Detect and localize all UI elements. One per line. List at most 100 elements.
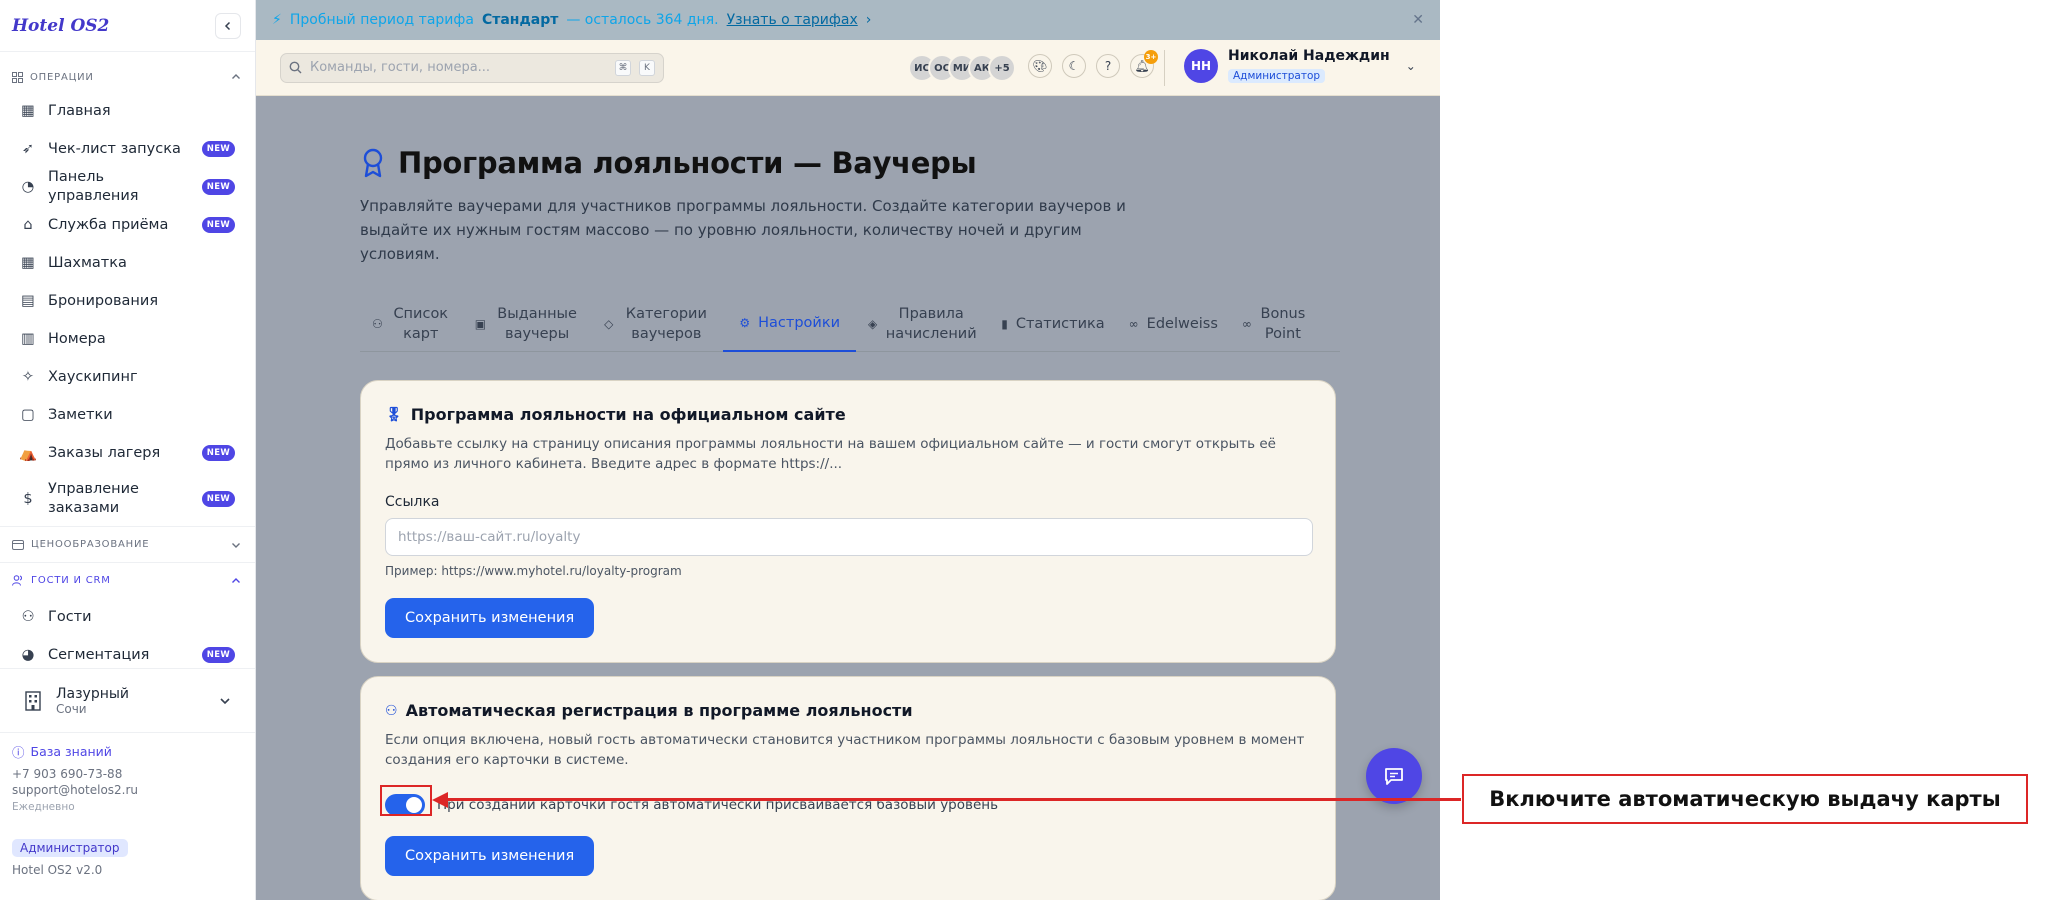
palette-icon[interactable]: 🎨︎ [1028,54,1052,78]
save-site-link-button[interactable]: Сохранить изменения [385,598,595,638]
hotel-switcher[interactable]: Лазурный Сочи [0,668,255,733]
card-title: 🎖︎ Программа лояльности на официальном са… [385,405,1311,424]
divider [1164,50,1165,86]
loyalty-link-input[interactable]: https://ваш-сайт.ru/loyalty [385,518,1313,556]
tab-settings[interactable]: ⚙ Настройки [723,296,856,352]
knowledge-base-link[interactable]: ⓘ База знаний [12,742,248,761]
tent-icon: ⛺ [18,445,38,462]
tab-label: Выданные ваучеры [497,306,577,342]
users-icon: ⚇ [21,609,35,625]
tab-label: Статистика [1015,316,1105,332]
collapse-sidebar-button[interactable] [215,12,241,39]
sidebar-item-label: Служба приёма [48,216,169,233]
hotel-name: Лазурный [56,685,130,702]
tag-icon: ◇ [604,317,614,331]
rocket-icon: ➶ [21,141,35,157]
sidebar-item-rooms[interactable]: ▥ Номера [0,320,255,358]
new-badge: NEW [201,217,235,233]
screen: Hotel OS2 ОПЕРАЦИИ ▦ Главная ➶ Чек-лист за… [0,0,2052,900]
sidebar-item-label: Хаускипинг [48,368,138,385]
nav-list: ▦ Главная ➶ Чек-лист запуска NEW ◔ Панель уп… [0,92,255,526]
tariffs-link[interactable]: Узнать о тарифах [727,12,858,28]
chevron-up-icon [232,577,240,583]
chat-button[interactable] [1366,748,1422,804]
app-version: Hotel OS2 v2.0 [12,863,103,877]
search-placeholder: Команды, гости, номера... [310,60,491,75]
tab-accrual-rules[interactable]: ◈ Правила начислений [856,296,989,352]
section-operations[interactable]: ОПЕРАЦИИ [0,62,255,92]
dollar-doc-icon: $ [23,491,33,507]
online-users[interactable]: ИС ОС МИ АК +5 [908,54,1016,82]
app-logo[interactable]: Hotel OS2 [12,16,109,36]
tab-bar: ⚇ Список карт ▣ Выданные ваучеры ◇ Категори… [360,296,1340,352]
tab-cards-list[interactable]: ⚇ Список карт [360,296,463,352]
card-title-text: Программа лояльности на официальном сайт… [410,405,846,424]
sidebar-item-label: Панель управления [48,169,139,204]
section-label: ГОСТИ И CRM [31,575,111,586]
chevron-down-icon: ⌄ [1405,58,1416,73]
card-description: Если опция включена, новый гость автомат… [385,732,1305,768]
sidebar-item-label: Гости [48,608,92,625]
section-pricing[interactable]: ЦЕНООБРАЗОВАНИЕ [0,526,255,562]
sidebar-item-chessboard[interactable]: ▦ Шахматка [0,244,255,282]
main-area: ⚡ Пробный период тарифа Стандарт — остал… [256,0,1440,900]
sidebar-item-guests[interactable]: ⚇ Гости [0,598,255,636]
users-icon: ⚇ [372,317,383,331]
sidebar: Hotel OS2 ОПЕРАЦИИ ▦ Главная ➶ Чек-лист за… [0,0,256,900]
close-banner-icon[interactable]: ✕ [1412,12,1424,28]
sidebar-item-label: Заказы лагеря [48,444,161,461]
sidebar-item-housekeeping[interactable]: ✧ Хаускипинг [0,358,255,396]
chat-icon [1385,768,1403,785]
highlight-box [380,785,432,816]
help-circle-icon: ⓘ [12,745,25,760]
page-header: Программа лояльности — Ваучеры [360,146,1340,180]
tab-edelweiss[interactable]: ∞ Edelweiss [1117,296,1230,352]
sidebar-header: Hotel OS2 [0,0,255,52]
card-official-site: 🎖︎ Программа лояльности на официальном са… [360,380,1336,663]
sidebar-item-bookings[interactable]: ▤ Бронирования [0,282,255,320]
annotation-callout: Включите автоматическую выдачу карты [1462,774,2028,824]
sidebar-item-label: Управление заказами [48,481,139,516]
sidebar-item-order-management[interactable]: $ Управление заказами NEW [0,472,255,526]
tab-bonus-point[interactable]: ∞ Bonus Point [1230,296,1318,352]
support-phone[interactable]: +7 903 690-73-88 [12,767,248,781]
bell-icon[interactable]: 🔔︎ 3+ [1130,50,1158,78]
tab-issued-vouchers[interactable]: ▣ Выданные ваучеры [463,296,592,352]
moon-icon[interactable]: ☾ [1062,54,1086,78]
sparkle-icon: ✧ [21,369,35,385]
help-icon[interactable]: ? [1096,54,1120,78]
users-icon [12,575,22,586]
topbar-actions: 🎨︎ ☾ ? 🔔︎ 3+ [1028,50,1158,78]
sidebar-item-camp-orders[interactable]: ⛺ Заказы лагеря NEW [0,434,255,472]
user-menu[interactable]: НН Николай Надеждин Администратор ⌄ [1184,48,1416,83]
sidebar-item-label: Номера [48,330,106,347]
sidebar-item-front-desk[interactable]: ⌂ Служба приёма NEW [0,206,255,244]
more-users-avatar[interactable]: +5 [988,54,1016,82]
sidebar-item-notes[interactable]: ▢ Заметки [0,396,255,434]
page-subtitle: Управляйте ваучерами для участников прог… [360,197,1126,263]
save-auto-registration-button[interactable]: Сохранить изменения [385,836,595,876]
new-badge: NEW [201,647,235,663]
users-icon: ⚇ [385,702,398,719]
card-description: Добавьте ссылку на страницу описания про… [385,436,1276,472]
notification-count: 3+ [1144,50,1158,64]
tab-voucher-categories[interactable]: ◇ Категории ваучеров [592,296,723,352]
sidebar-item-label: Чек-лист запуска [48,140,181,157]
sidebar-item-dashboard[interactable]: ◔ Панель управления NEW [0,168,255,206]
lightning-icon: ⚡ [272,12,282,28]
gear-icon: ⚙ [739,316,751,330]
search-input[interactable]: Команды, гости, номера... ⌘ K [280,52,664,83]
topbar: Команды, гости, номера... ⌘ K ИС ОС МИ А… [256,40,1440,96]
bar-chart-icon: ▮ [1001,317,1008,331]
role-badge: Администратор [12,839,128,857]
tab-statistics[interactable]: ▮ Статистика [989,296,1116,352]
kbd-cmd: ⌘ [615,59,631,76]
support-email[interactable]: support@hotelos2.ru [12,783,248,797]
user-name: Николай Надеждин [1228,48,1390,64]
tab-label: Список карт [393,306,449,342]
new-badge: NEW [201,179,235,195]
sidebar-item-checklist[interactable]: ➶ Чек-лист запуска NEW [0,130,255,168]
sidebar-item-home[interactable]: ▦ Главная [0,92,255,130]
section-guests-crm[interactable]: ГОСТИ И CRM [0,562,255,598]
trial-suffix: — осталось 364 дня. [566,12,719,28]
